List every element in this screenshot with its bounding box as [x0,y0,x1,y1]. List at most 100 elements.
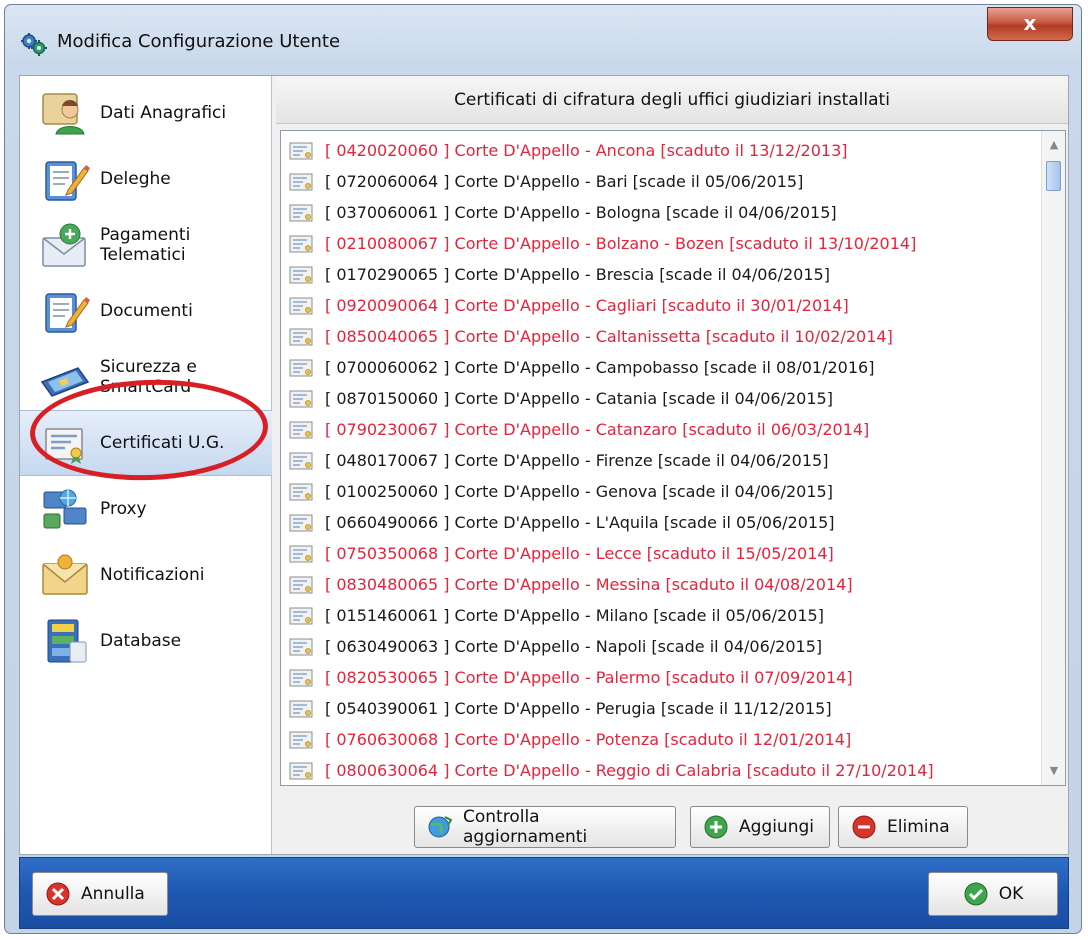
certificate-icon [289,266,313,283]
scroll-up-icon[interactable]: ▲ [1042,133,1065,157]
sidebar-item-label: Dati Anagrafici [100,103,227,123]
certificate-row[interactable]: [ 0800630064 ] Corte D'Appello - Reggio … [281,755,1041,785]
delete-button[interactable]: Elimina [838,806,968,848]
certificate-label: [ 0920090064 ] Corte D'Appello - Cagliar… [325,296,849,315]
certificate-label: [ 0830480065 ] Corte D'Appello - Messina… [325,575,853,594]
sidebar-item-label: Deleghe [100,169,171,189]
certificate-label: [ 0870150060 ] Corte D'Appello - Catania… [325,389,833,408]
close-button[interactable]: x [987,7,1073,41]
certificate-row[interactable]: [ 0540390061 ] Corte D'Appello - Perugia… [281,693,1041,724]
certificate-row[interactable]: [ 0480170067 ] Corte D'Appello - Firenze… [281,445,1041,476]
certificate-icon [289,669,313,686]
certificate-row[interactable]: [ 0820530065 ] Corte D'Appello - Palermo… [281,662,1041,693]
certificate-icon [289,452,313,469]
network-icon [43,489,87,529]
title-bar[interactable]: Modifica Configurazione Utente x [5,5,1081,77]
panel-title: Certificati di cifratura degli uffici gi… [276,76,1068,124]
sidebar-item-proxy[interactable]: Proxy [20,476,272,542]
document-pencil-icon [45,293,90,333]
scroll-thumb[interactable] [1046,161,1061,191]
add-button[interactable]: Aggiungi [690,806,830,848]
certificate-icon [289,297,313,314]
certificate-icon [289,607,313,624]
remove-icon [852,815,876,839]
sidebar-item-documenti[interactable]: Documenti [20,278,272,344]
sidebar-item-deleghe[interactable]: Deleghe [20,146,272,212]
cancel-button[interactable]: Annulla [32,872,168,916]
envelope-payment-icon [42,223,86,267]
certificate-icon [289,576,313,593]
sidebar-item-database[interactable]: Database [20,608,272,674]
certificate-icon [289,235,313,252]
scroll-down-icon[interactable]: ▼ [1042,759,1065,783]
dialog-footer: Annulla OK [19,857,1069,929]
check-updates-button[interactable]: Controlla aggiornamenti [414,806,676,848]
check-updates-label: Controlla aggiornamenti [463,807,588,847]
certificate-row[interactable]: [ 0830480065 ] Corte D'Appello - Messina… [281,569,1041,600]
add-icon [704,815,728,839]
certificate-row[interactable]: [ 0170290065 ] Corte D'Appello - Brescia… [281,259,1041,290]
client-area: Dati Anagrafici Deleghe Pagamenti Telema… [19,75,1069,855]
sidebar-item-notificazioni[interactable]: Notificazioni [20,542,272,608]
certificate-row[interactable]: [ 0850040065 ] Corte D'Appello - Caltani… [281,321,1041,352]
sidebar-item-dati-anagrafici[interactable]: Dati Anagrafici [20,80,272,146]
certificate-icon [289,700,313,717]
certificate-label: [ 0540390061 ] Corte D'Appello - Perugia… [325,699,832,718]
certificate-label: [ 0700060062 ] Corte D'Appello - Campoba… [325,358,875,377]
settings-sidebar: Dati Anagrafici Deleghe Pagamenti Telema… [20,76,272,854]
certificate-row[interactable]: [ 0370060061 ] Corte D'Appello - Bologna… [281,197,1041,228]
cancel-label: Annulla [81,884,145,904]
certificate-row[interactable]: [ 0920090064 ] Corte D'Appello - Cagliar… [281,290,1041,321]
certificate-row[interactable]: [ 0700060062 ] Corte D'Appello - Campoba… [281,352,1041,383]
delete-label: Elimina [887,817,950,837]
certificate-icon [289,142,313,159]
document-pencil-icon [45,161,90,201]
sidebar-item-label: Database [100,631,182,651]
certificate-row[interactable]: [ 0750350068 ] Corte D'Appello - Lecce [… [281,538,1041,569]
certificate-row[interactable]: [ 0420020060 ] Corte D'Appello - Ancona … [281,135,1041,166]
certificate-row[interactable]: [ 0760630068 ] Corte D'Appello - Potenza… [281,724,1041,755]
certificate-label: [ 0660490066 ] Corte D'Appello - L'Aquil… [325,513,835,532]
certificate-icon [289,359,313,376]
certificate-icon [289,514,313,531]
certificate-row[interactable]: [ 0790230067 ] Corte D'Appello - Catanza… [281,414,1041,445]
certificate-row[interactable]: [ 0660490066 ] Corte D'Appello - L'Aquil… [281,507,1041,538]
database-icon [47,619,87,663]
certificate-label: [ 0760630068 ] Corte D'Appello - Potenza… [325,730,852,749]
sidebar-item-label: Notificazioni [100,565,205,585]
certificate-row[interactable]: [ 0720060064 ] Corte D'Appello - Bari [s… [281,166,1041,197]
certificate-row[interactable]: [ 0210080067 ] Corte D'Appello - Bolzano… [281,228,1041,259]
certificate-row[interactable]: [ 0870150060 ] Corte D'Appello - Catania… [281,383,1041,414]
certificates-list-items: [ 0420020060 ] Corte D'Appello - Ancona … [281,135,1041,785]
globe-refresh-icon [428,816,453,838]
vertical-scrollbar[interactable]: ▲ ▼ [1041,131,1065,785]
user-card-icon [42,93,85,135]
add-label: Aggiungi [739,817,814,837]
close-icon: x [1023,11,1037,35]
window-title: Modifica Configurazione Utente [57,31,341,52]
sidebar-item-pagamenti-telematici[interactable]: Pagamenti Telematici [20,212,272,278]
certificate-row[interactable]: [ 0100250060 ] Corte D'Appello - Genova … [281,476,1041,507]
certificate-icon [289,421,313,438]
certificate-label: [ 0630490063 ] Corte D'Appello - Napoli … [325,637,823,656]
certificate-icon [289,731,313,748]
ok-button[interactable]: OK [928,872,1058,916]
certificate-row[interactable]: [ 0151460061 ] Corte D'Appello - Milano … [281,600,1041,631]
ok-label: OK [998,884,1024,904]
certificates-list[interactable]: [ 0420020060 ] Corte D'Appello - Ancona … [280,130,1066,786]
certificate-label: [ 0790230067 ] Corte D'Appello - Catanza… [325,420,870,439]
certificate-label: [ 0151460061 ] Corte D'Appello - Milano … [325,606,824,625]
certificate-icon [289,638,313,655]
certificate-label: [ 0420020060 ] Corte D'Appello - Ancona … [325,141,848,160]
sidebar-item-label: Pagamenti Telematici [100,225,191,265]
certificate-label: [ 0100250060 ] Corte D'Appello - Genova … [325,482,833,501]
sidebar-item-label: Proxy [100,499,147,519]
dialog-window: Modifica Configurazione Utente x Dati An… [4,4,1082,934]
certificate-icon [289,762,313,779]
envelope-icon [42,554,88,595]
certificate-label: [ 0370060061 ] Corte D'Appello - Bologna… [325,203,837,222]
certificate-icon [289,173,313,190]
certificate-row[interactable]: [ 0630490063 ] Corte D'Appello - Napoli … [281,631,1041,662]
certificate-label: [ 0720060064 ] Corte D'Appello - Bari [s… [325,172,804,191]
sidebar-item-label: Documenti [100,301,193,321]
